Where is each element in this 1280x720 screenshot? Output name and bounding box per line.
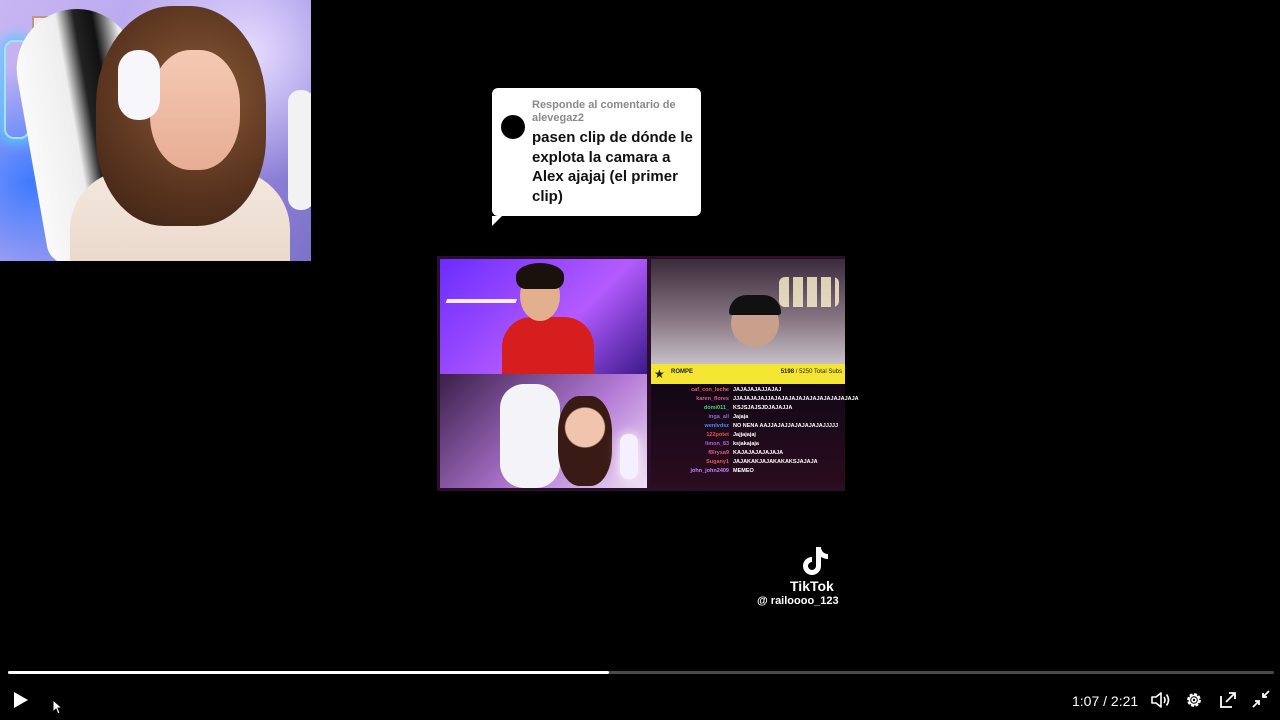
sub-goal-label: ROMPE	[671, 369, 694, 375]
chat-user: caf_con_leche	[691, 387, 729, 393]
white-chair	[500, 384, 560, 488]
miniplayer-button[interactable]	[1218, 690, 1238, 710]
chat-user: inga_all	[708, 414, 729, 420]
chat-message: JAJAKAKJAJAKAKAKSJAJAJA	[733, 459, 818, 465]
headset	[118, 50, 160, 120]
hex-lights	[779, 277, 839, 307]
chat-row: 122potet Jajjajajaj	[651, 431, 845, 440]
webcam-top-left	[440, 259, 647, 374]
sub-goal-total: / 5250 Total Subs	[795, 369, 842, 375]
sub-goal-bar: ★ ROMPE 5198 / 5250 Total Subs	[651, 364, 845, 384]
chat-message: NO NENA AAJJAJAJJAJAJAJAJAJJJJJ	[733, 423, 839, 429]
current-time: 1:07	[1072, 693, 1100, 709]
chat-message: Jajjajajaj	[733, 432, 756, 438]
progress-fill	[8, 671, 610, 674]
webcam-top-right	[651, 259, 845, 364]
star-icon: ★	[654, 367, 665, 381]
stream-clip: ★ ROMPE 5198 / 5250 Total Subs caf_con_l…	[437, 256, 859, 491]
volume-button[interactable]	[1150, 690, 1172, 710]
time-separator: /	[1103, 693, 1108, 709]
chat-user: 122potet	[706, 432, 729, 438]
chat-row: wenlvdsz NO NENA AAJJAJAJJAJAJAJAJAJJJJJ	[651, 422, 845, 431]
mouse-cursor-icon	[52, 699, 64, 715]
chat-message: Jajaja	[733, 414, 749, 420]
neon-lights	[445, 279, 525, 303]
chat-message: JJAJAJAJAJJAJAJAJAJAJAJAJAJAJAJAJAJA	[733, 396, 859, 402]
stream-chat: caf_con_leche JAJAJAJAJJAJAJ karen_flores…	[651, 384, 859, 488]
chat-row: Sugany1 JAJAKAKJAJAKAKAKSJAJAJA	[651, 458, 845, 467]
commenter-avatar	[501, 115, 525, 139]
chat-row: john_john2409 MEMEO	[651, 467, 845, 476]
watermark-username: @ railoooo_123	[757, 595, 839, 607]
facecam-video	[0, 0, 311, 261]
exit-fullscreen-button[interactable]	[1252, 690, 1270, 708]
chat-message: KSJSJAJSJDJAJAJJA	[733, 405, 793, 411]
chat-row: caf_con_leche JAJAJAJAJJAJAJ	[651, 386, 845, 395]
microphone	[288, 90, 311, 210]
watermark-brand: TikTok	[790, 578, 834, 594]
chat-user: john_john2409	[690, 468, 729, 474]
sub-goal-current: 5198	[780, 369, 795, 375]
chat-row: karen_flores JJAJAJAJAJJAJAJAJAJAJAJAJAJA…	[651, 395, 858, 404]
chat-user: wenlvdsz	[704, 423, 729, 429]
chat-user: domi011_	[703, 405, 729, 411]
chat-row: f8lrysa9 KAJAJAJAJAJAJA	[651, 449, 845, 458]
chat-user: limon_83	[705, 441, 729, 447]
duration: 2:21	[1110, 693, 1139, 709]
chat-user: Sugany1	[706, 459, 729, 465]
chat-message: MEMEO	[733, 468, 754, 474]
reply-label: Responde al comentario de alevegaz2	[532, 99, 676, 124]
sub-goal-count: 5198 / 5250 Total Subs	[781, 369, 842, 375]
settings-gear-button[interactable]	[1184, 690, 1204, 710]
chat-message: KAJAJAJAJAJAJA	[733, 450, 784, 456]
webcam-bottom-left	[440, 374, 647, 488]
chat-user: karen_flores	[696, 396, 729, 402]
girl-streamer	[558, 396, 612, 486]
reply-comment-bubble: Responde al comentario de alevegaz2 pase…	[492, 88, 701, 226]
chat-row: limon_83 ksjakajaja	[651, 440, 845, 449]
progress-bar[interactable]	[8, 671, 1274, 674]
chat-message: JAJAJAJAJJAJAJ	[733, 387, 782, 393]
play-button[interactable]	[10, 690, 30, 710]
chat-message: ksjakajaja	[733, 441, 759, 447]
chat-row: domi011_ KSJSJAJSJDJAJAJJA	[651, 404, 845, 413]
lamp	[620, 434, 638, 479]
comment-text: pasen clip de dónde le explota la camara…	[532, 129, 693, 205]
time-display: 1:07 / 2:21	[1072, 692, 1138, 710]
chat-user: f8lrysa9	[708, 450, 729, 456]
streamer-face	[150, 50, 240, 170]
black-cap	[729, 295, 781, 315]
red-shirt	[502, 317, 594, 374]
chat-row: inga_all Jajaja	[651, 413, 845, 422]
tiktok-logo-icon	[803, 547, 828, 575]
boy-hair	[516, 263, 564, 289]
